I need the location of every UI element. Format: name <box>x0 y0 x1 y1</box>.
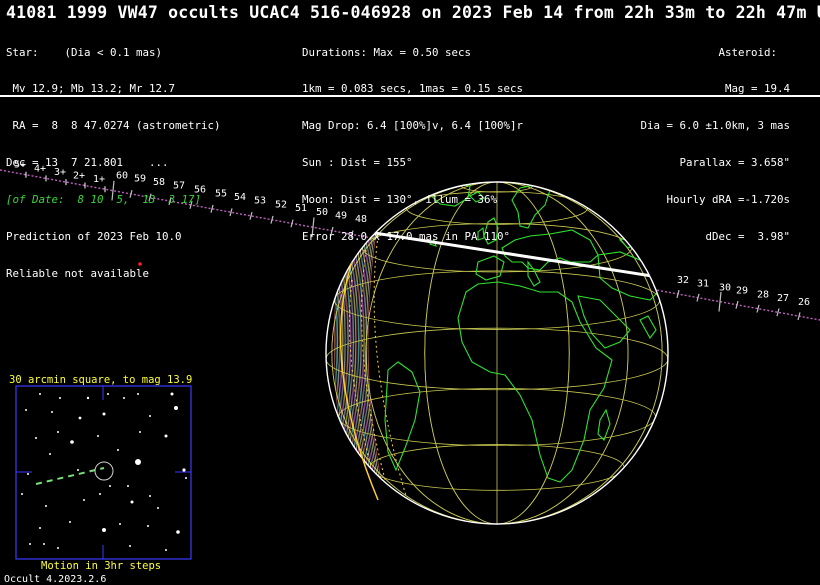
asteroid-ddec: dDec = 3.98" <box>705 230 790 244</box>
asteroid-parallax: Parallax = 3.658" <box>679 156 790 170</box>
star-ra: RA = 8 8 47.0274 (astrometric) <box>6 119 221 133</box>
path-label-minute: 28 <box>757 290 769 301</box>
path-label-minute: 53 <box>254 196 266 207</box>
star-of-date: [of Date: 8 10 5, 13 3 17] <box>6 193 202 207</box>
path-label-minute: 52 <box>275 199 287 210</box>
finder-footer: Motion in 3hr steps <box>41 560 162 572</box>
finder-chart <box>15 385 192 560</box>
asteroid-info: Asteroid: Mag = 19.4 Dia = 6.0 ±1.0km, 3… <box>590 22 790 256</box>
version-label: Occult 4.2023.2.6 <box>4 574 107 585</box>
error-ellipse: Error 28.0 x 17.0 mas in PA 110° <box>302 230 511 244</box>
finder-title: 30 arcmin square, to mag 13.9 <box>9 374 193 386</box>
header-separator <box>0 95 820 97</box>
durations-max: Durations: Max = 0.50 secs <box>302 45 472 59</box>
path-label-minute: 30 <box>719 283 731 294</box>
asteroid-dia: Dia = 6.0 ±1.0km, 3 mas <box>640 119 790 133</box>
duration-info: Durations: Max = 0.50 secs 1km = 0.083 s… <box>302 22 523 256</box>
star-magnitudes: Mv 12.9; Mb 13.2; Mr 12.7 <box>6 82 176 96</box>
mag-drop: Mag Drop: 6.4 [100%]v, 6.4 [100%]r <box>302 119 524 133</box>
window-title: 41081 1999 VW47 occults UCAC4 516-046928… <box>6 3 820 22</box>
path-label-minute: 26 <box>798 297 810 308</box>
path-tick <box>776 308 780 317</box>
asteroid-mag: Mag = 19.4 <box>724 82 790 96</box>
asteroid-header: Asteroid: <box>718 45 790 59</box>
path-label-minute: 29 <box>736 286 748 297</box>
asteroid-hourly-dra: Hourly dRA =-1.720s <box>666 193 790 207</box>
path-label-minute: 31 <box>697 279 709 290</box>
path-label-minute: 27 <box>777 293 789 304</box>
path-tick <box>249 211 253 220</box>
path-tick <box>229 208 233 217</box>
path-label-minute: 32 <box>677 275 689 286</box>
star-line: Star: (Dia < 0.1 mas) <box>6 45 163 59</box>
reliability: Reliable not available <box>6 266 150 280</box>
star-dec: Dec = 13 7 21.801 ... <box>6 156 169 170</box>
sun-distance: Sun : Dist = 155° <box>302 156 413 170</box>
moon-distance: Moon: Dist = 130°, illum = 36% <box>302 193 498 207</box>
durations-scale: 1km = 0.083 secs, 1mas = 0.15 secs <box>302 82 524 96</box>
path-label-minute: 54 <box>234 192 246 203</box>
prediction-date: Prediction of 2023 Feb 10.0 <box>6 230 182 244</box>
star-info: Star: (Dia < 0.1 mas) Mv 12.9; Mb 13.2; … <box>6 22 221 293</box>
